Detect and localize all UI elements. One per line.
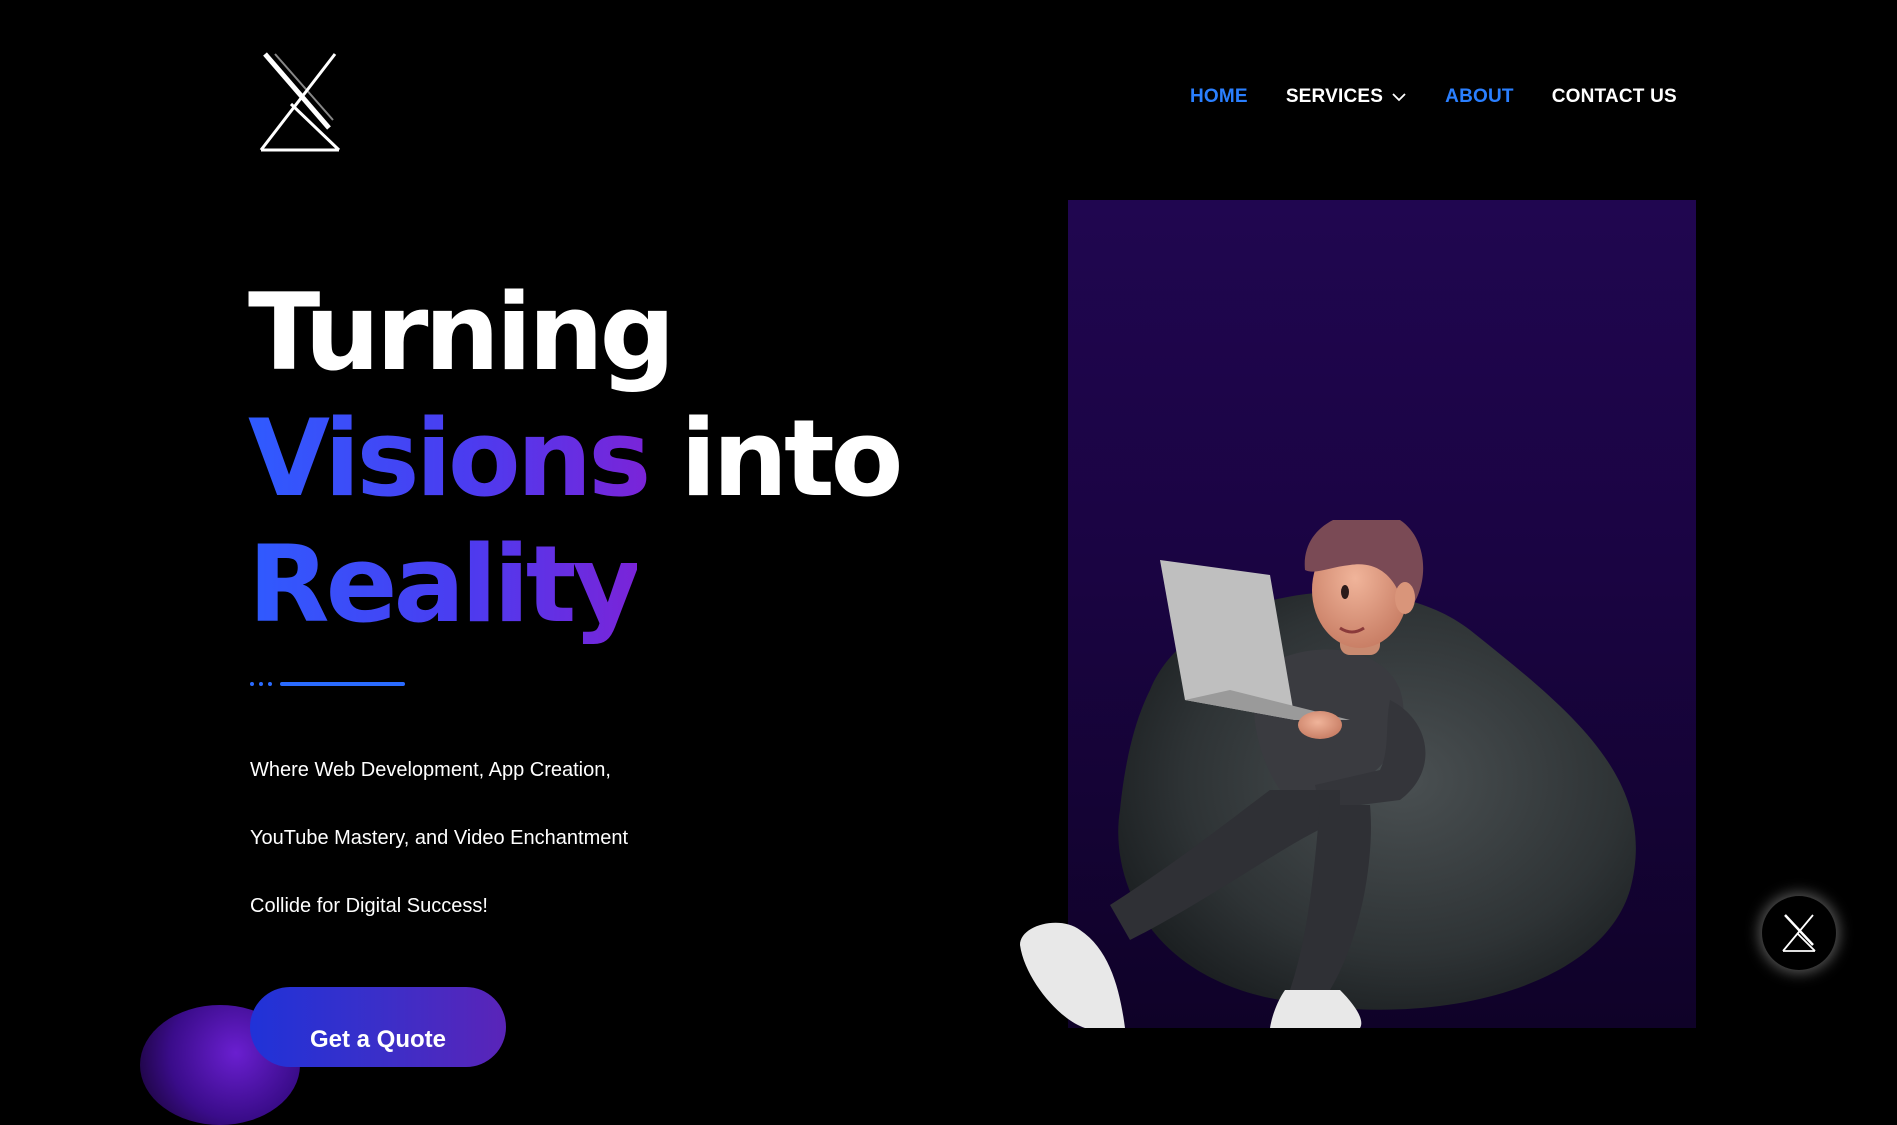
nav-item-home[interactable]: HOME	[1190, 86, 1248, 108]
get-a-quote-button[interactable]: Get a Quote	[250, 987, 506, 1067]
nav-label-services: SERVICES	[1285, 86, 1384, 107]
hero-subtitle-line: Collide for Digital Success!	[250, 895, 488, 917]
nav-label-contact: CONTACT US	[1551, 86, 1677, 107]
nav-label-about: ABOUT	[1445, 86, 1514, 107]
person-on-beanbag-with-laptop-icon	[1020, 512, 1636, 1028]
nav-label-home: HOME	[1190, 86, 1248, 107]
hero-illustration	[960, 512, 1660, 1028]
divider-dot	[250, 682, 254, 686]
hero-divider	[250, 682, 405, 686]
main-nav: HOME SERVICES ABOUT CONTACT US	[1190, 86, 1677, 108]
hero-title-visions: Visions	[248, 397, 651, 520]
hero-title-line-1: Turning	[248, 270, 900, 396]
divider-bar	[280, 682, 405, 686]
hero-title: Turning Visions into Reality	[248, 270, 904, 648]
nav-item-contact[interactable]: CONTACT US	[1552, 86, 1677, 108]
x-logo-icon	[259, 52, 341, 152]
hero-title-turning: Turning	[248, 271, 676, 394]
divider-dot	[268, 682, 272, 686]
hero-title-into: into	[680, 397, 903, 520]
hero-subtitle-line: YouTube Mastery, and Video Enchantment	[250, 827, 629, 849]
hero-title-reality: Reality	[248, 523, 641, 646]
x-logo-icon	[1782, 914, 1816, 952]
divider-dot	[259, 682, 263, 686]
hero-title-line-3: Reality	[248, 522, 900, 648]
nav-item-services[interactable]: SERVICES	[1286, 86, 1407, 108]
site-logo[interactable]	[255, 50, 345, 155]
floating-logo-button[interactable]	[1762, 896, 1836, 970]
hero-subtitle: Where Web Development, App Creation, You…	[250, 736, 770, 940]
chevron-down-icon[interactable]	[1391, 89, 1407, 105]
hero-subtitle-line: Where Web Development, App Creation,	[250, 759, 611, 781]
hero-title-line-2: Visions into	[248, 396, 904, 522]
nav-item-about[interactable]: ABOUT	[1445, 86, 1514, 108]
